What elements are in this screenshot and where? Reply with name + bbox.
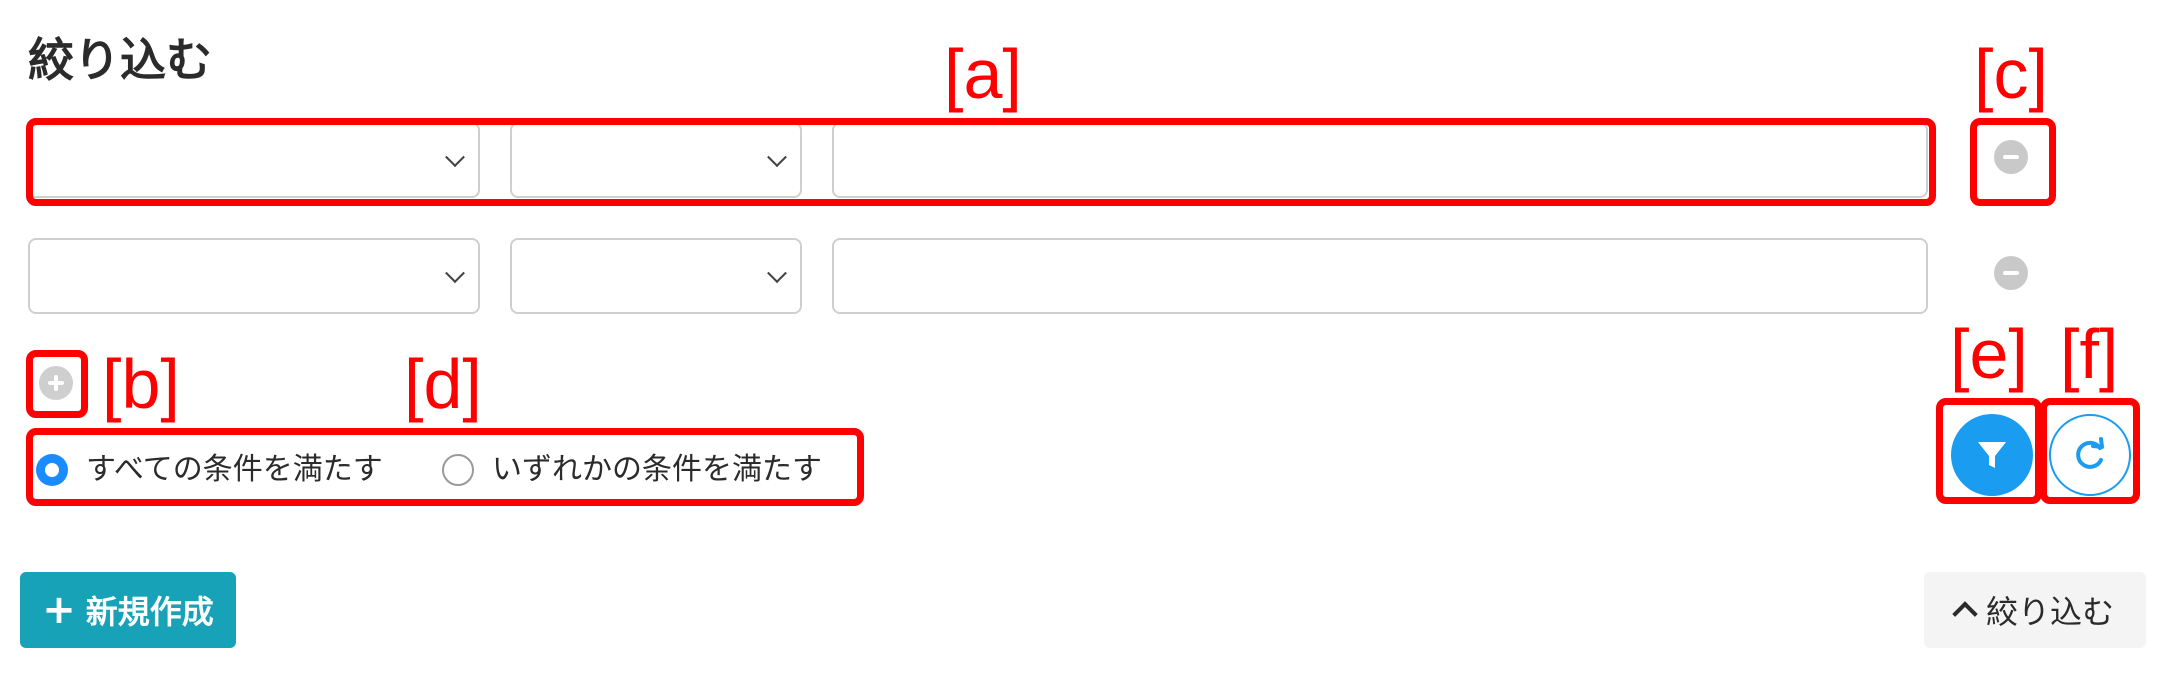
chevron-down-icon <box>767 263 787 284</box>
remove-condition-button-row-2[interactable] <box>1994 256 2028 290</box>
chevron-up-icon <box>1952 601 1978 627</box>
annotation-box-a <box>26 118 1936 206</box>
filter-title: 絞り込む <box>28 33 212 87</box>
annotation-label-a: [a] <box>944 35 1022 113</box>
operator-select-row-2[interactable] <box>510 238 802 314</box>
annotation-box-e <box>1936 398 2042 504</box>
new-create-label: 新規作成 <box>85 593 214 631</box>
plus-icon: + <box>42 587 76 633</box>
annotation-label-c: [c] <box>1974 35 2048 113</box>
new-create-button[interactable]: + 新規作成 <box>20 572 236 648</box>
value-input-row-2[interactable] <box>832 238 1928 314</box>
annotation-label-e: [e] <box>1950 315 2028 393</box>
annotation-box-d <box>26 428 864 506</box>
field-select-row-2[interactable] <box>28 238 480 314</box>
collapse-filter-label: 絞り込む <box>1985 593 2114 631</box>
annotation-label-d: [d] <box>404 345 482 423</box>
annotation-box-c <box>1970 118 2056 206</box>
annotation-label-f: [f] <box>2060 315 2119 393</box>
annotation-box-b <box>26 350 88 418</box>
collapse-filter-button[interactable]: 絞り込む <box>1924 572 2146 648</box>
annotation-label-b: [b] <box>102 345 180 423</box>
annotation-box-f <box>2040 398 2140 504</box>
chevron-down-icon <box>445 263 465 284</box>
